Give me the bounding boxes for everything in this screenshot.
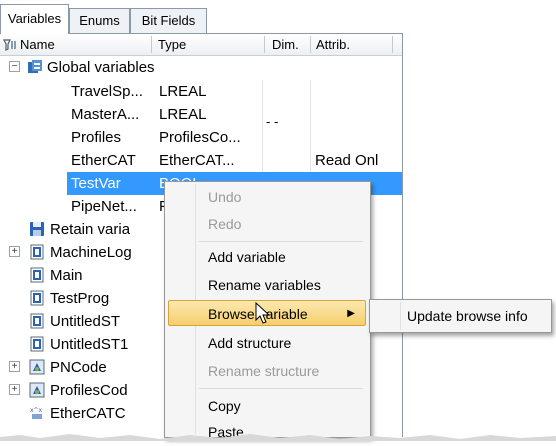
var-name: MasterA...	[71, 106, 140, 123]
tab-bit-fields[interactable]: Bit Fields	[130, 8, 207, 33]
editor-tab-strip: Variables Enums Bit Fields	[0, 0, 556, 34]
var-name: EtherCAT	[71, 152, 136, 169]
menu-item-add-structure[interactable]: Add structure	[168, 330, 366, 356]
column-type[interactable]: Type	[158, 34, 186, 55]
var-type: LREAL	[159, 83, 207, 100]
var-name: TravelSp...	[71, 83, 143, 100]
tree-node-label: ProfilesCod	[50, 382, 128, 399]
var-type: EtherCAT...	[159, 152, 235, 169]
svg-text:x^x: x^x	[30, 407, 43, 414]
tree-node-label: UntitledST1	[50, 336, 129, 353]
tab-enums[interactable]: Enums	[69, 8, 130, 33]
var-name: Profiles	[71, 129, 122, 146]
tree-group-global[interactable]: − Global variables	[0, 56, 402, 79]
expand-icon[interactable]: +	[9, 246, 20, 257]
program-unit-icon	[29, 267, 45, 283]
tree-node-label: UntitledST	[50, 313, 121, 330]
column-attrib[interactable]: Attrib.	[316, 34, 350, 55]
tree-node-label: PNCode	[50, 359, 107, 376]
program-unit-icon	[29, 244, 45, 260]
menu-separator	[199, 388, 363, 389]
column-dim[interactable]: Dim.	[272, 34, 299, 55]
torn-edge	[0, 428, 556, 441]
var-attrib: Read Onl	[315, 152, 379, 169]
collapse-icon[interactable]: −	[9, 61, 20, 72]
menu-item-rename-variables[interactable]: Rename variables	[168, 272, 366, 298]
menu-item-copy[interactable]: Copy	[168, 393, 366, 419]
menu-item-rename-structure[interactable]: Rename structure	[168, 358, 366, 384]
tab-variables[interactable]: Variables	[0, 4, 69, 34]
column-name[interactable]: Name	[20, 34, 55, 55]
browse-variable-submenu: Update browse info	[369, 299, 552, 333]
mouse-pointer-icon	[255, 301, 273, 326]
table-row[interactable]: TravelSp... LREAL	[0, 80, 402, 103]
network-unit-icon	[29, 359, 45, 375]
tree-node-label: Main	[50, 267, 83, 284]
tree-node-label: Retain varia	[50, 221, 131, 238]
filter-icon[interactable]	[3, 38, 17, 52]
tree-node-label: EtherCATC	[50, 405, 126, 422]
menu-item-undo[interactable]: Undo	[168, 184, 366, 210]
program-unit-icon	[29, 313, 45, 329]
submenu-arrow-icon: ▶	[347, 308, 355, 319]
expand-icon[interactable]: +	[9, 384, 20, 395]
tree-group-label: Global variables	[47, 59, 155, 76]
retain-disk-icon	[29, 221, 45, 237]
program-unit-icon	[29, 290, 45, 306]
menu-item-redo[interactable]: Redo	[168, 211, 366, 237]
table-row[interactable]: EtherCAT EtherCAT... Read Onl	[0, 149, 402, 172]
table-row[interactable]: Profiles ProfilesCo...	[0, 126, 402, 149]
var-type: ProfilesCo...	[159, 129, 241, 146]
var-type: LREAL	[159, 106, 207, 123]
network-unit-icon	[29, 382, 45, 398]
menu-item-add-variable[interactable]: Add variable	[168, 244, 366, 270]
ethercat-icon: x^x	[29, 405, 45, 421]
var-name: TestVar	[71, 175, 121, 192]
var-name: PipeNet...	[71, 198, 137, 215]
menu-item-update-browse-info[interactable]: Update browse info	[373, 303, 548, 329]
tree-node-label: TestProg	[50, 290, 110, 307]
menu-separator	[199, 241, 363, 242]
global-variables-icon	[27, 59, 43, 75]
expand-icon[interactable]: +	[9, 361, 20, 372]
column-header-row: Name Type Dim. Attrib.	[0, 34, 402, 56]
program-unit-icon	[29, 336, 45, 352]
table-row[interactable]: MasterA... LREAL - -	[0, 103, 402, 129]
tree-node-label: MachineLog	[50, 244, 132, 261]
